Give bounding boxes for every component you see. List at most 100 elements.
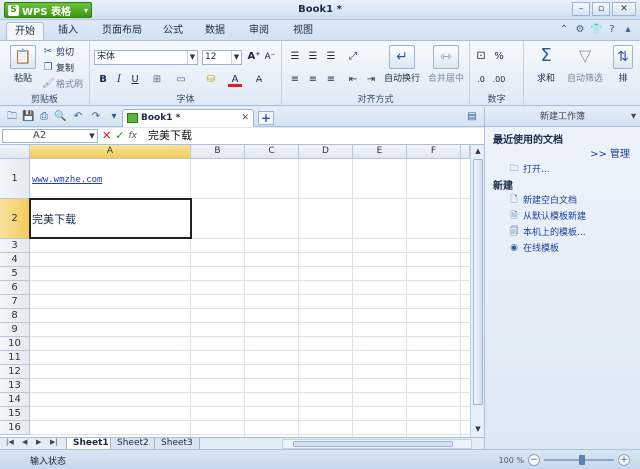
insert-function-icon[interactable]: fx (128, 129, 137, 143)
scroll-thumb[interactable] (473, 159, 483, 405)
bold-button[interactable]: B (96, 73, 110, 87)
cell-a1-link[interactable]: www.wmzhe.com (32, 175, 102, 185)
last-sheet-icon[interactable]: ▶| (50, 438, 58, 446)
document-tab[interactable]: Book1 * ✕ (122, 109, 254, 127)
align-middle-icon[interactable]: ☰ (306, 50, 320, 64)
tab-review[interactable]: 审阅 (244, 22, 274, 40)
restore-button[interactable]: ▫ (592, 2, 610, 16)
copy-button[interactable]: ❐ 复制 (42, 61, 75, 75)
underline-button[interactable]: U (128, 73, 142, 87)
zoom-slider-knob[interactable] (579, 455, 585, 465)
column-header-b[interactable]: B (191, 145, 245, 159)
vertical-scrollbar[interactable]: ▲ ▼ (470, 145, 484, 437)
first-sheet-icon[interactable]: |◀ (6, 438, 14, 446)
wrap-text-button[interactable]: ↵ 自动换行 (382, 45, 422, 84)
horizontal-scroll-thumb[interactable] (293, 441, 453, 447)
number-format-icon[interactable]: ⚀ (474, 50, 488, 64)
confirm-edit-icon[interactable]: ✓ (115, 129, 124, 143)
zoom-out-button[interactable]: − (528, 454, 540, 466)
column-header-f[interactable]: F (407, 145, 461, 159)
print-icon[interactable]: ⎙ (38, 111, 50, 123)
sort-button[interactable]: ⇅ 排 (610, 45, 636, 84)
row-header-13[interactable]: 13 (0, 379, 30, 393)
new-blank-link[interactable]: 🗋 新建空白文档 (509, 193, 577, 206)
italic-button[interactable]: I (112, 73, 126, 87)
auto-filter-button[interactable]: ▽ 自动筛选 (564, 45, 606, 84)
row-header-9[interactable]: 9 (0, 323, 30, 337)
scroll-down-icon[interactable]: ▼ (473, 425, 483, 435)
close-window-button[interactable]: ✕ (612, 2, 636, 16)
row-header-8[interactable]: 8 (0, 309, 30, 323)
open-folder-icon[interactable]: 🗀 (6, 111, 18, 123)
row-header-4[interactable]: 4 (0, 253, 30, 267)
select-all-corner[interactable] (0, 145, 30, 159)
align-right-icon[interactable]: ≡ (324, 73, 338, 87)
spreadsheet-grid[interactable]: ABCDEF 1 2 3 4 5 6 7 8 9 10 11 12 13 14 15 16 www.wmzhe… (0, 145, 470, 437)
tab-home[interactable]: 开始 (6, 22, 44, 40)
row-header-15[interactable]: 15 (0, 407, 30, 421)
merge-center-button[interactable]: ⇿ 合并居中 (424, 45, 468, 84)
active-cell-cursor[interactable] (29, 198, 192, 239)
customize-toolbar-icon[interactable]: ▾ (108, 111, 120, 123)
zoom-in-button[interactable]: + (618, 454, 630, 466)
row-header-3[interactable]: 3 (0, 239, 30, 253)
row-header-16[interactable]: 16 (0, 421, 30, 435)
online-templates-link[interactable]: ◉ 在线模板 (509, 241, 559, 254)
horizontal-scrollbar[interactable] (282, 439, 472, 449)
text-direction-icon[interactable]: ⤢ (346, 50, 360, 64)
decrease-font-icon[interactable]: A⁻ (263, 50, 277, 64)
close-pane-icon[interactable]: ▾ (631, 107, 636, 127)
arrow-up-icon[interactable]: ⌃ (558, 24, 570, 36)
row-header-14[interactable]: 14 (0, 393, 30, 407)
column-header-d[interactable]: D (299, 145, 353, 159)
redo-icon[interactable]: ↷ (90, 111, 102, 123)
increase-decimal-icon[interactable]: .0 (474, 73, 488, 87)
percent-button[interactable]: % (492, 50, 506, 64)
skin-icon[interactable]: 👕 (590, 24, 602, 36)
decrease-decimal-icon[interactable]: .00 (492, 73, 506, 87)
new-from-default-link[interactable]: 🗎 从默认模板新建 (509, 209, 586, 222)
zoom-slider[interactable] (544, 455, 614, 465)
row-header-11[interactable]: 11 (0, 351, 30, 365)
cut-button[interactable]: ✂ 剪切 (42, 45, 74, 59)
format-painter-button[interactable]: 🖌 格式刷 (42, 77, 83, 91)
row-header-6[interactable]: 6 (0, 281, 30, 295)
merge-cells-icon[interactable]: ▭ (174, 73, 188, 87)
column-header-e[interactable]: E (353, 145, 407, 159)
increase-font-icon[interactable]: A⁺ (247, 50, 261, 64)
formula-input[interactable]: 完美下载 (148, 129, 192, 143)
font-name-select[interactable]: 宋体 ▼ (94, 50, 198, 65)
undo-icon[interactable]: ↶ (72, 111, 84, 123)
row-header-10[interactable]: 10 (0, 337, 30, 351)
row-header-2[interactable]: 2 (0, 199, 30, 239)
fill-color-icon[interactable]: ⛁ (204, 73, 218, 87)
indent-increase-icon[interactable]: ⇥ (364, 73, 378, 87)
new-tab-button[interactable]: + (258, 111, 274, 125)
panel-layout-icon[interactable]: ▤ (466, 111, 478, 123)
ribbon-toggle-icon[interactable]: ▴ (622, 24, 634, 36)
prev-sheet-icon[interactable]: ◀ (22, 438, 27, 446)
align-left-icon[interactable]: ≡ (288, 73, 302, 87)
sum-button[interactable]: Σ 求和 (530, 45, 562, 84)
indent-decrease-icon[interactable]: ⇤ (346, 73, 360, 87)
tab-data[interactable]: 数据 (200, 22, 230, 40)
column-header-c[interactable]: C (245, 145, 299, 159)
close-tab-icon[interactable]: ✕ (241, 110, 249, 126)
tab-view[interactable]: 视图 (288, 22, 318, 40)
border-icon[interactable]: ⊞ (150, 73, 164, 87)
align-bottom-icon[interactable]: ☰ (324, 50, 338, 64)
align-center-icon[interactable]: ≡ (306, 73, 320, 87)
next-sheet-icon[interactable]: ▶ (36, 438, 41, 446)
font-size-select[interactable]: 12 ▼ (202, 50, 242, 65)
align-top-icon[interactable]: ☰ (288, 50, 302, 64)
scroll-up-icon[interactable]: ▲ (473, 147, 483, 157)
clear-format-icon[interactable]: A̶ (252, 73, 266, 87)
settings-icon[interactable]: ⚙ (574, 24, 586, 36)
save-icon[interactable]: 💾 (22, 111, 34, 123)
row-header-12[interactable]: 12 (0, 365, 30, 379)
local-templates-link[interactable]: 🗐 本机上的模板... (509, 225, 586, 238)
help-icon[interactable]: ? (606, 24, 618, 36)
row-header-7[interactable]: 7 (0, 295, 30, 309)
minimize-button[interactable]: – (572, 2, 590, 16)
tab-insert[interactable]: 插入 (50, 22, 86, 40)
